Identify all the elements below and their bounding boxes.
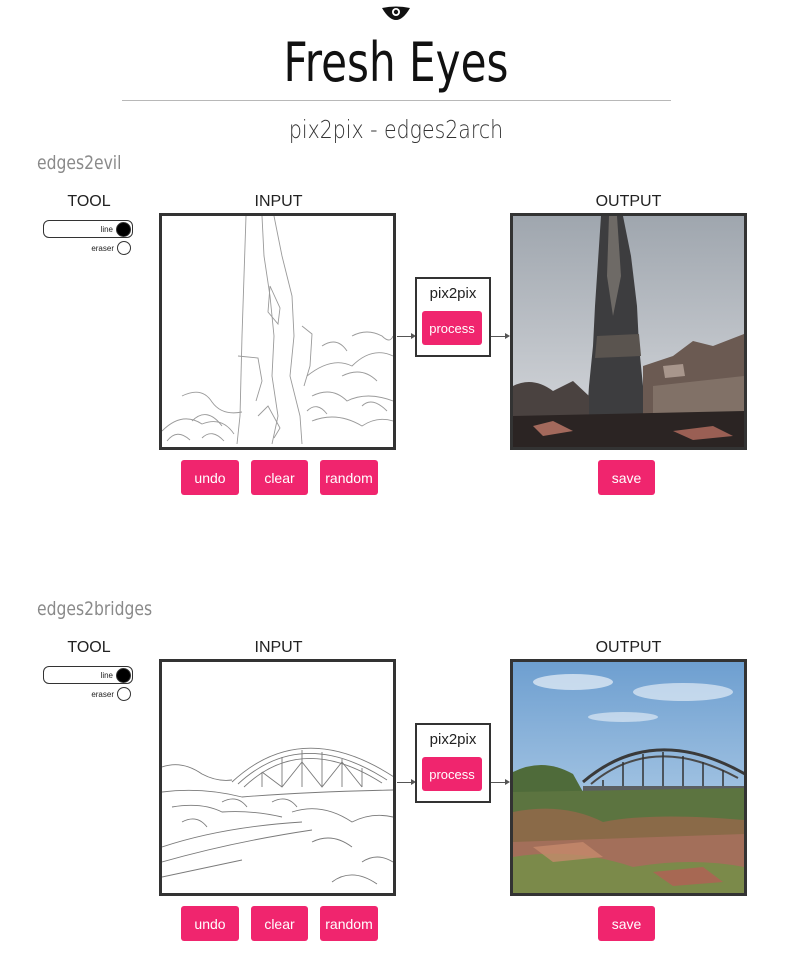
model-label: pix2pix	[429, 731, 477, 748]
clear-button[interactable]: clear	[251, 460, 308, 495]
output-render	[513, 216, 744, 447]
tool-eraser-radio[interactable]	[117, 241, 131, 255]
random-button[interactable]: random	[320, 906, 378, 941]
input-sketch	[162, 747, 393, 885]
save-button[interactable]: save	[598, 906, 655, 941]
output-label: OUTPUT	[595, 193, 662, 210]
model-box: pix2pix process	[415, 277, 491, 357]
tool-label: TOOL	[67, 639, 111, 656]
tool-line-option[interactable]: line	[43, 220, 133, 238]
section-title: edges2bridges	[37, 598, 153, 620]
model-box: pix2pix process	[415, 723, 491, 803]
tool-eraser-label: eraser	[91, 689, 114, 699]
random-button[interactable]: random	[320, 460, 378, 495]
process-button[interactable]: process	[422, 311, 482, 345]
tool-line-label: line	[100, 224, 113, 234]
section-edges2bridges: edges2bridges TOOL INPUT OUTPUT line era…	[0, 598, 807, 958]
input-label: INPUT	[254, 639, 303, 656]
eye-icon	[382, 6, 410, 20]
tool-eraser-radio[interactable]	[117, 687, 131, 701]
output-label: OUTPUT	[595, 639, 662, 656]
tool-label: TOOL	[67, 193, 111, 210]
tool-line-label: line	[100, 670, 113, 680]
site-title: Fresh Eyes	[283, 31, 509, 94]
input-sketch	[162, 216, 393, 445]
undo-button[interactable]: undo	[181, 460, 239, 495]
tool-eraser-label: eraser	[91, 243, 114, 253]
section-title: edges2evil	[37, 152, 122, 174]
output-image	[510, 213, 747, 450]
title-divider	[122, 100, 671, 101]
tool-line-radio[interactable]	[116, 667, 131, 683]
section-edges2evil: edges2evil TOOL INPUT OUTPUT line eraser	[0, 152, 807, 512]
page-subtitle: pix2pix - edges2arch	[288, 115, 504, 144]
tool-line-option[interactable]: line	[43, 666, 133, 684]
tool-line-radio[interactable]	[116, 221, 131, 237]
undo-button[interactable]: undo	[181, 906, 239, 941]
input-canvas[interactable]	[159, 659, 396, 896]
save-button[interactable]: save	[598, 460, 655, 495]
input-canvas[interactable]	[159, 213, 396, 450]
output-render	[513, 662, 744, 893]
clear-button[interactable]: clear	[251, 906, 308, 941]
model-label: pix2pix	[429, 285, 477, 302]
process-button[interactable]: process	[422, 757, 482, 791]
input-label: INPUT	[254, 193, 303, 210]
tool-eraser-option[interactable]: eraser	[43, 685, 133, 703]
output-image	[510, 659, 747, 896]
tool-eraser-option[interactable]: eraser	[43, 239, 133, 257]
